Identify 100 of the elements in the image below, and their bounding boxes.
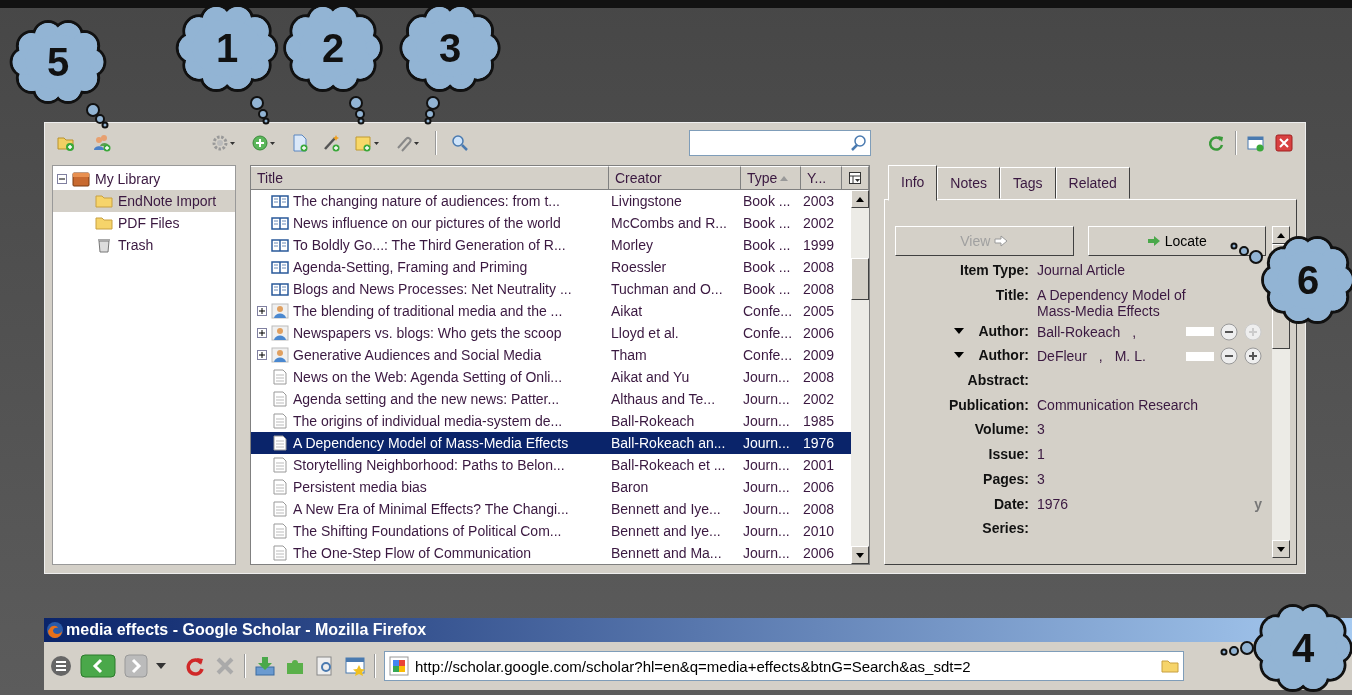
field-value[interactable]: 3 [1037,470,1045,487]
field-value[interactable]: 1 [1037,446,1045,463]
item-row[interactable]: News influence on our pictures of the world McCombs and R... Book ... 2002 [251,212,851,234]
collection-item[interactable]: PDF Files [53,212,235,234]
item-type: Book ... [742,259,792,275]
item-title: The origins of individual media-system de... [293,413,563,429]
tab[interactable]: Notes [937,167,1000,199]
scroll-down-icon[interactable] [1277,546,1285,552]
trash-icon [95,237,113,253]
scrollbar[interactable] [851,190,869,564]
remove-icon[interactable] [1220,322,1238,341]
item-row[interactable]: News on the Web: Agenda Setting of Onli... Aikat and Yu Journ... 2008 [251,366,851,388]
column-header[interactable]: Title [251,166,609,190]
tab[interactable]: Related [1055,167,1130,199]
field-label: Item Type: [960,262,1029,278]
book-icon [271,237,289,253]
book-icon [271,259,289,275]
locate-button[interactable]: Locate [1087,226,1266,256]
field-value[interactable]: Communication Research [1037,396,1199,413]
remove-icon[interactable] [1220,347,1238,366]
item-row[interactable]: The Shifting Foundations of Political Com... Bennett and Iye... Journ... 2010 [251,520,851,542]
window-icon[interactable] [1247,134,1265,152]
person-icon [271,325,289,341]
item-row[interactable]: The origins of individual media-system de... Ball-Rokeach Journ... 1985 [251,410,851,432]
back-icon[interactable] [80,654,116,678]
column-header[interactable]: Creator [609,166,741,190]
collection-item[interactable]: My Library [53,168,235,190]
text-field[interactable] [1186,327,1214,337]
add-icon[interactable] [1244,347,1262,366]
book-icon [271,193,289,209]
item-row[interactable]: A Dependency Model of Mass-Media Effects Ball-Rokeach an... Journ... 1976 [251,432,851,454]
new-document-icon[interactable] [291,134,309,152]
collapse-icon[interactable] [57,174,67,184]
item-type: Book ... [742,281,792,297]
author-last-name[interactable]: Ball-Rokeach [1037,323,1121,340]
search-icon[interactable] [451,134,469,152]
item-row[interactable]: Agenda setting and the new news: Patter... Althaus and Te... Journ... 2002 [251,388,851,410]
scroll-down-icon[interactable] [856,552,864,558]
paperclip-icon[interactable] [395,134,421,152]
folder-icon [95,215,113,231]
item-row[interactable]: Agenda-Setting, Framing and Priming Roessler Book ... 2008 [251,256,851,278]
item-row[interactable]: Generative Audiences and Social Media Tham Confe... 2009 [251,344,851,366]
item-row[interactable]: The blending of traditional media and the ... Aikat Confe... 2005 [251,300,851,322]
book-icon [271,281,289,297]
person-icon [271,303,289,319]
collection-item[interactable]: Trash [53,234,235,256]
menu-icon[interactable] [50,655,72,677]
tab[interactable]: Tags [999,167,1056,199]
column-header[interactable]: Type [741,166,801,190]
item-row[interactable]: Blogs and News Processes: Net Neutrality ... Tuchman and O... Book ... 2008 [251,278,851,300]
document-icon [271,523,289,539]
item-row[interactable]: The changing nature of audiences: from t... Livingstone Book ... 2003 [251,190,851,212]
item-creator: Bennett and Ma... [610,545,723,561]
expand-icon[interactable] [257,350,267,360]
column-header[interactable]: Y... [801,166,842,190]
item-row[interactable]: Newspapers vs. blogs: Who gets the scoop Lloyd et al. Confe... 2006 [251,322,851,344]
item-row[interactable]: The One-Step Flow of Communication Bennett and Ma... Journ... 2006 [251,542,851,564]
collection-item[interactable]: EndNote Import [53,190,235,212]
library-icon [72,171,90,187]
column-picker-icon[interactable] [849,172,861,184]
thought-dots-drawing [1220,641,1254,656]
expand-icon[interactable] [257,306,267,316]
text-field[interactable] [1186,351,1214,361]
author-last-name[interactable]: DeFleur [1037,348,1087,365]
new-collection-icon[interactable] [57,134,75,152]
item-row[interactable]: A New Era of Minimal Effects? The Changi... Bennett and Iye... Journ... 2008 [251,498,851,520]
address-field[interactable]: http://scholar.google.com/scholar?hl=en&q=media+effects&btnG=Search&as_sdt=2 [384,651,1184,681]
window-title: media effects - Google Scholar - Mozilla Firefox [66,621,427,639]
document-icon [271,457,289,473]
item-row[interactable]: To Boldly Go...: The Third Generation of R... Morley Book ... 1999 [251,234,851,256]
sync-icon[interactable] [1207,134,1225,152]
download-icon[interactable] [254,655,276,677]
item-row[interactable]: Persistent media bias Baron Journ... 2006 [251,476,851,498]
item-creator: Aikat [610,303,644,319]
close-icon[interactable] [1275,134,1293,152]
item-year: 2010 [802,523,836,539]
field-value[interactable]: 1976 [1037,495,1069,512]
item-year: 2008 [802,369,836,385]
scroll-thumb[interactable] [851,258,869,300]
item-row[interactable]: Storytelling Neighborhood: Paths to Belon... Ball-Rokeach et ... Journ... 2001 [251,454,851,476]
forward-icon[interactable] [124,654,148,678]
caret-icon[interactable] [156,663,166,669]
search-field[interactable] [689,130,871,156]
field-value[interactable]: A Dependency Model of Mass-Media Effects [1037,286,1227,319]
new-group-icon[interactable] [93,134,111,152]
field-value[interactable]: Journal Article [1037,262,1125,278]
item-year: 2006 [802,479,836,495]
scroll-up-icon[interactable] [1277,232,1285,238]
caret-icon[interactable] [954,352,965,359]
field-value[interactable]: 3 [1037,421,1045,438]
item-creator: Livingstone [610,193,683,209]
author-first-name[interactable]: M. L. [1114,348,1146,365]
scroll-up-icon[interactable] [856,196,864,202]
magic-wand-icon[interactable] [323,134,341,152]
new-item-icon[interactable] [251,134,277,152]
caret-icon[interactable] [954,327,965,334]
tab[interactable]: Info [888,165,938,201]
field-label: Abstract: [967,372,1029,389]
reload-icon[interactable] [184,655,206,677]
expand-icon[interactable] [257,328,267,338]
